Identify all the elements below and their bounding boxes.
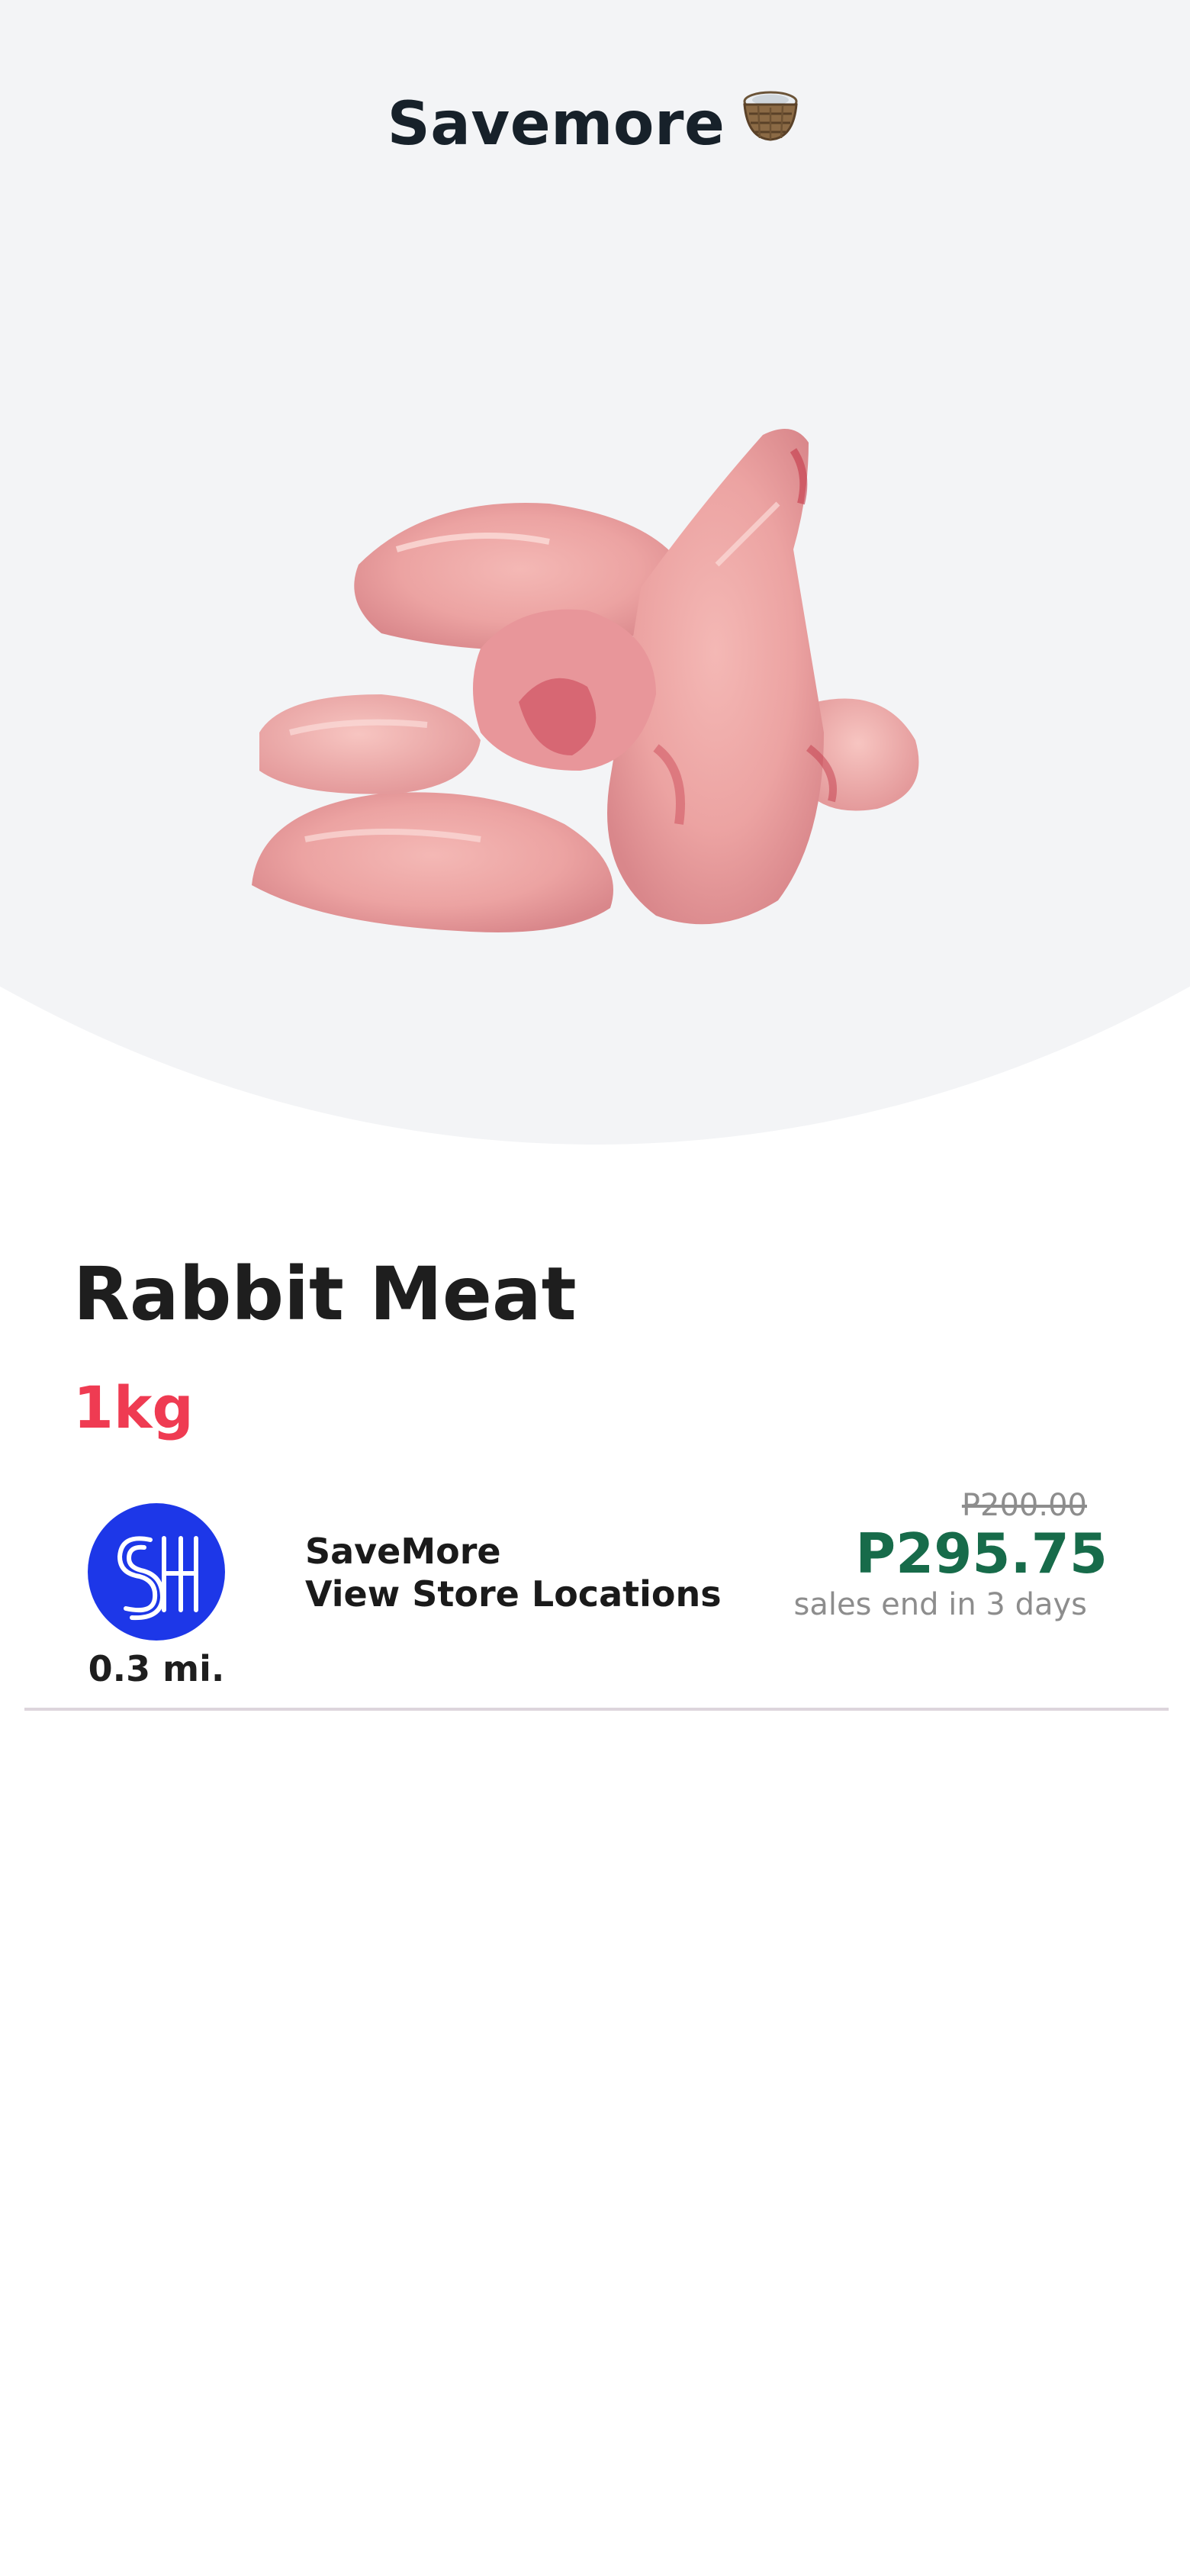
store-name: SaveMore — [305, 1531, 501, 1572]
savemore-logo-icon[interactable] — [88, 1503, 225, 1641]
row-divider — [24, 1708, 1169, 1711]
sale-price: P295.75 — [855, 1521, 1108, 1586]
store-offer-row[interactable]: 0.3 mi. SaveMore View Store Locations P2… — [0, 1488, 1190, 1709]
product-size: 1kg — [73, 1373, 194, 1441]
store-title-text: Savemore — [387, 90, 725, 159]
product-detail-page: Savemore Rabbit Meat 1kg 0.3 mi. SaveMor… — [0, 0, 1190, 2576]
product-image — [229, 412, 961, 946]
page-title: Savemore — [0, 90, 1190, 165]
sale-end-note: sales end in 3 days — [793, 1587, 1087, 1622]
store-distance: 0.3 mi. — [88, 1648, 225, 1689]
view-store-locations-link[interactable]: View Store Locations — [305, 1573, 722, 1615]
original-price: P200.00 — [961, 1488, 1087, 1523]
basket-icon — [738, 85, 802, 159]
product-name: Rabbit Meat — [73, 1251, 577, 1337]
